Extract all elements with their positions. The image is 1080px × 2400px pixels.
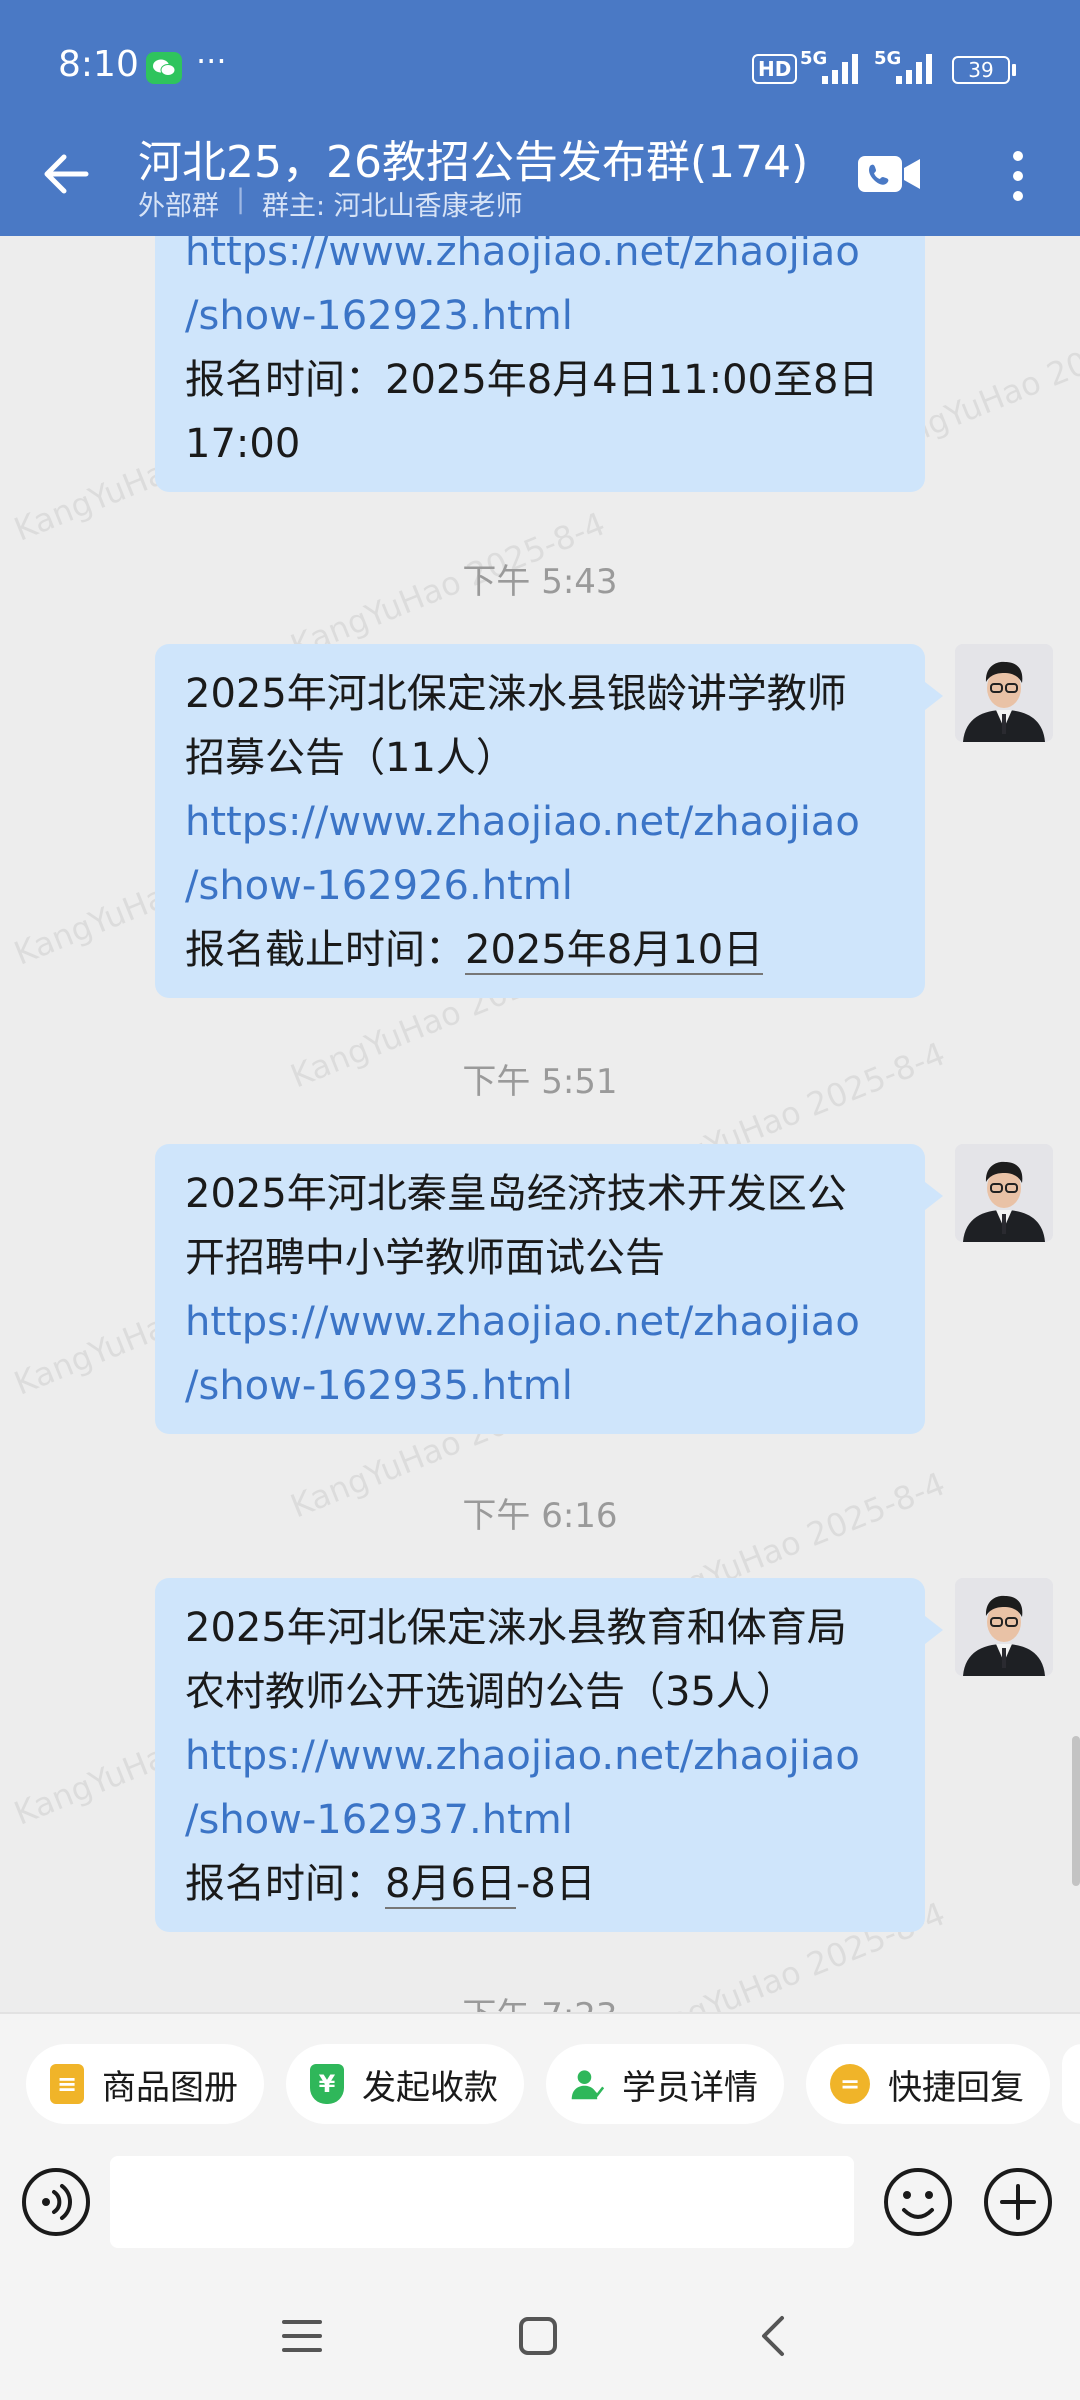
- message-text: 农村教师公开选调的公告（35人）: [185, 1669, 796, 1715]
- message-text: 报名时间：2025年8月4日11:00至8日: [185, 357, 879, 403]
- message-link[interactable]: https://www.zhaojiao.net/zhaojiao: [185, 1724, 895, 1788]
- group-owner: 群主: 河北山香康老师: [262, 191, 523, 222]
- group-title[interactable]: 河北25，26教招公告发布群(174): [138, 126, 808, 190]
- message-timestamp: 下午 6:16: [462, 1496, 618, 1536]
- date-link[interactable]: 8月6日: [385, 1861, 516, 1909]
- date-suffix: -8日: [515, 1861, 596, 1907]
- quick-action-student[interactable]: 学员详情: [546, 2044, 784, 2124]
- student-icon: [570, 2064, 604, 2104]
- scrollbar[interactable]: [1072, 1736, 1080, 1886]
- message-link[interactable]: /show-162926.html: [185, 854, 895, 918]
- message-bubble[interactable]: https://www.zhaojiao.net/zhaojiao /show-…: [155, 236, 925, 492]
- menu-icon[interactable]: [280, 2314, 324, 2358]
- message-timestamp: 下午 5:51: [462, 1062, 618, 1102]
- back-arrow-icon[interactable]: [36, 144, 96, 204]
- message-text: 报名时间：8月6日-8日: [185, 1852, 895, 1916]
- chat-header: 河北25，26教招公告发布群(174) 外部群 | 群主: 河北山香康老师: [0, 112, 1080, 236]
- input-bar: [0, 2152, 1080, 2272]
- message-text: 开招聘中小学教师面试公告: [185, 1235, 665, 1281]
- message-text: 17:00: [185, 421, 301, 467]
- message-text: 招募公告（11人）: [185, 735, 516, 781]
- message-text: 2025年河北保定涞水县教育和体育局: [185, 1605, 847, 1651]
- video-call-icon[interactable]: [854, 148, 924, 200]
- wechat-notification-icon: [146, 52, 182, 84]
- more-options-icon[interactable]: [1000, 146, 1036, 206]
- battery-level: 39: [968, 58, 994, 82]
- signup-label: 报名时间：: [185, 1861, 385, 1907]
- status-more: ···: [196, 42, 227, 80]
- date-link[interactable]: 2025年8月10日: [465, 927, 764, 975]
- quick-action-label: 商品图册: [102, 2067, 238, 2108]
- message-input[interactable]: [110, 2156, 854, 2248]
- watermark: KangYuHa: [8, 453, 172, 549]
- message-bubble[interactable]: 2025年河北保定涞水县银龄讲学教师 招募公告（11人） https://www…: [155, 644, 943, 998]
- group-tag: 外部群: [138, 191, 219, 222]
- message-link[interactable]: /show-162935.html: [185, 1354, 895, 1418]
- message-text: 2025年河北秦皇岛经济技术开发区公: [185, 1171, 847, 1217]
- watermark: KangYuHa: [8, 1737, 172, 1833]
- hd-icon: HD: [752, 54, 798, 84]
- network-5g-label-2: 5G: [874, 48, 902, 69]
- avatar[interactable]: [955, 1578, 1053, 1676]
- payment-icon: ¥: [310, 2064, 344, 2104]
- bubble-tail: [925, 682, 943, 710]
- message-link[interactable]: /show-162937.html: [185, 1788, 895, 1852]
- message-link[interactable]: https://www.zhaojiao.net/zhaojiao: [185, 1290, 895, 1354]
- chat-area[interactable]: KangYuHa KangYuHao 2025-8-4 KangYuHao 20…: [0, 236, 1080, 2012]
- battery-icon: 39: [952, 56, 1010, 84]
- message-link[interactable]: https://www.zhaojiao.net/zhaojiao: [185, 790, 895, 854]
- quick-action-label: 学员详情: [622, 2067, 758, 2108]
- quick-action-label: 发起收款: [362, 2067, 498, 2108]
- watermark: KangYuHa: [8, 877, 172, 973]
- deadline-label: 报名截止时间：: [185, 927, 465, 973]
- avatar[interactable]: [955, 1144, 1053, 1242]
- message-link[interactable]: https://www.zhaojiao.net/zhaojiao: [185, 236, 895, 284]
- quick-reply-icon: =: [830, 2064, 870, 2104]
- home-icon[interactable]: [516, 2314, 560, 2358]
- message-bubble[interactable]: 2025年河北保定涞水县教育和体育局 农村教师公开选调的公告（35人） http…: [155, 1578, 943, 1932]
- quick-action-label: 快捷回复: [888, 2067, 1024, 2108]
- header-divider: |: [236, 184, 246, 215]
- back-icon[interactable]: [752, 2314, 796, 2358]
- message-timestamp: 下午 5:43: [462, 562, 618, 602]
- quick-action-catalog[interactable]: ≡ 商品图册: [26, 2044, 264, 2124]
- status-time: 8:10: [58, 44, 139, 85]
- quick-action-quick-reply[interactable]: = 快捷回复: [806, 2044, 1050, 2124]
- message-text: 2025年河北保定涞水县银龄讲学教师: [185, 671, 847, 717]
- message-text: 报名截止时间：2025年8月10日: [185, 918, 895, 982]
- system-nav-bar: [0, 2272, 1080, 2400]
- network-5g-label-1: 5G: [800, 48, 828, 69]
- emoji-icon[interactable]: [882, 2166, 954, 2238]
- watermark: KangYuHa: [8, 1307, 172, 1403]
- status-bar: 8:10 ··· HD 5G 5G 39: [0, 0, 1080, 130]
- quick-action-bar: ≡ 商品图册 ¥ 发起收款 学员详情 = 快捷回复: [0, 2012, 1080, 2154]
- quick-action-payment[interactable]: ¥ 发起收款: [286, 2044, 524, 2124]
- avatar[interactable]: [955, 644, 1053, 742]
- message-timestamp: 下午 7:23: [0, 1988, 1080, 2012]
- message-link[interactable]: /show-162923.html: [185, 284, 895, 348]
- message-bubble[interactable]: 2025年河北秦皇岛经济技术开发区公 开招聘中小学教师面试公告 https://…: [155, 1144, 943, 1434]
- battery-tip: [1012, 64, 1016, 76]
- bubble-tail: [925, 1182, 943, 1210]
- bubble-tail: [925, 1616, 943, 1644]
- plus-icon[interactable]: [982, 2166, 1054, 2238]
- quick-action-more[interactable]: [1062, 2044, 1080, 2124]
- voice-input-icon[interactable]: [20, 2166, 92, 2238]
- catalog-icon: ≡: [50, 2064, 84, 2104]
